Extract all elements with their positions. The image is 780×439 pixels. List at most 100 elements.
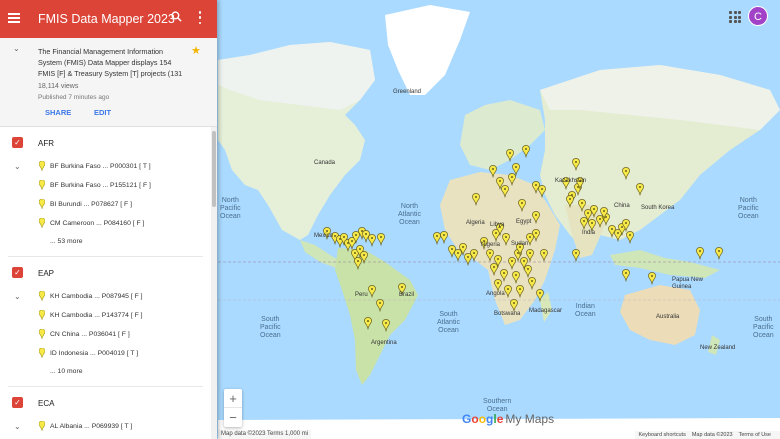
label-south-atlantic: South Atlantic Ocean bbox=[437, 311, 460, 334]
share-button[interactable]: SHARE bbox=[45, 108, 71, 117]
map-pin-icon[interactable] bbox=[626, 231, 634, 244]
map-pin-icon[interactable] bbox=[501, 185, 509, 198]
map-pin-icon[interactable] bbox=[470, 249, 478, 262]
zoom-in-button[interactable]: + bbox=[224, 389, 242, 408]
edit-button[interactable]: EDIT bbox=[94, 108, 111, 117]
map-pin-icon[interactable] bbox=[382, 319, 390, 332]
list-item[interactable]: KH Cambodia ... P143774 [ F ] bbox=[0, 307, 211, 326]
menu-icon[interactable] bbox=[8, 13, 20, 23]
layer-checkbox[interactable]: ✓ bbox=[12, 267, 23, 278]
zoom-out-button[interactable]: − bbox=[224, 408, 242, 427]
map-pin-icon[interactable] bbox=[518, 199, 526, 212]
layer-eap[interactable]: ✓ EAP bbox=[0, 257, 211, 288]
item-label: AL Albania ... P069939 [ T ] bbox=[50, 423, 133, 430]
item-label: CM Cameroon ... P084160 [ F ] bbox=[50, 220, 145, 227]
label-south-pacific: South Pacific Ocean bbox=[260, 316, 281, 339]
map-pin-icon[interactable] bbox=[364, 317, 372, 330]
expand-chevron-icon[interactable]: ⌄ bbox=[14, 162, 21, 171]
list-item[interactable]: ⌄ AL Albania ... P069939 [ T ] bbox=[0, 418, 211, 437]
label-argentina: Argentina bbox=[371, 340, 397, 346]
map-pin-icon[interactable] bbox=[622, 269, 630, 282]
label-angola: Angola bbox=[486, 291, 505, 297]
map-pin-icon[interactable] bbox=[368, 285, 376, 298]
map-pin-icon[interactable] bbox=[572, 249, 580, 262]
collapse-chevron-icon[interactable]: ⌄ bbox=[13, 44, 20, 53]
google-my-maps-logo: Google My Maps bbox=[462, 412, 554, 426]
map-pin-icon[interactable] bbox=[360, 251, 368, 264]
layer-name: AFR bbox=[38, 139, 54, 148]
map-pin-icon[interactable] bbox=[532, 229, 540, 242]
panel-scrollbar[interactable] bbox=[211, 127, 217, 439]
map-pin-icon[interactable] bbox=[622, 167, 630, 180]
scrollbar-thumb[interactable] bbox=[212, 131, 216, 207]
label-algeria: Algeria bbox=[466, 220, 485, 226]
map-pin-icon[interactable] bbox=[504, 285, 512, 298]
expand-chevron-icon[interactable]: ⌄ bbox=[14, 422, 21, 431]
apps-grid-icon[interactable] bbox=[729, 11, 741, 23]
more-items-label: ... 10 more bbox=[50, 368, 83, 375]
pin-icon bbox=[39, 199, 45, 209]
terms-of-use-link[interactable]: Terms of Use bbox=[739, 432, 771, 438]
map-pin-icon[interactable] bbox=[502, 233, 510, 246]
avatar[interactable]: C bbox=[748, 6, 768, 26]
map-pin-icon[interactable] bbox=[368, 234, 376, 247]
layer-checkbox[interactable]: ✓ bbox=[12, 137, 23, 148]
map-pin-icon[interactable] bbox=[696, 247, 704, 260]
map-pin-icon[interactable] bbox=[715, 247, 723, 260]
map-pin-icon[interactable] bbox=[522, 145, 530, 158]
expand-chevron-icon[interactable]: ⌄ bbox=[14, 292, 21, 301]
logo-letter: e bbox=[496, 412, 504, 426]
map-pin-icon[interactable] bbox=[540, 249, 548, 262]
label-egypt: Egypt bbox=[516, 219, 532, 225]
layer-afr[interactable]: ✓ AFR bbox=[0, 127, 211, 158]
map-pin-icon[interactable] bbox=[486, 249, 494, 262]
list-item[interactable]: BI Burundi ... P078627 [ F ] bbox=[0, 196, 211, 215]
map-pin-icon[interactable] bbox=[377, 233, 385, 246]
layer-name: EAP bbox=[38, 269, 55, 278]
logo-letter: o bbox=[478, 412, 487, 426]
map-pin-icon[interactable] bbox=[572, 158, 580, 171]
list-item[interactable]: CM Cameroon ... P084160 [ F ] bbox=[0, 215, 211, 234]
more-vert-icon[interactable] bbox=[198, 11, 202, 24]
label-papua-new-guinea: Papua New Guinea bbox=[672, 277, 704, 290]
map-description: The Financial Management Information Sys… bbox=[38, 47, 183, 78]
layer-eca[interactable]: ✓ ECA bbox=[0, 387, 211, 418]
map-pin-icon[interactable] bbox=[528, 277, 536, 290]
list-item[interactable]: ⌄ BF Burkina Faso ... P000301 [ T ] bbox=[0, 158, 211, 177]
pin-icon bbox=[39, 310, 45, 320]
map-pin-icon[interactable] bbox=[648, 272, 656, 285]
map-pin-icon[interactable] bbox=[580, 217, 588, 230]
map-data-text: Map data ©2023 bbox=[691, 432, 733, 438]
map-pin-icon[interactable] bbox=[500, 269, 508, 282]
map-pin-icon[interactable] bbox=[376, 299, 384, 312]
layer-list: ✓ AFR ⌄ BF Burkina Faso ... P000301 [ T … bbox=[0, 127, 211, 437]
keyboard-shortcuts-link[interactable]: Keyboard shortcuts bbox=[638, 432, 685, 438]
attribution-left[interactable]: Map data ©2023 Terms 1,000 mi bbox=[218, 430, 312, 439]
map-pin-icon[interactable] bbox=[526, 249, 534, 262]
list-item[interactable]: CN China ... P036041 [ F ] bbox=[0, 326, 211, 345]
layer-checkbox[interactable]: ✓ bbox=[12, 397, 23, 408]
list-item[interactable]: ID Indonesia ... P004019 [ T ] bbox=[0, 345, 211, 364]
map-pin-icon[interactable] bbox=[636, 183, 644, 196]
map-pin-icon[interactable] bbox=[566, 195, 574, 208]
list-item[interactable]: ⌄ KH Cambodia ... P087945 [ F ] bbox=[0, 288, 211, 307]
label-brazil: Brazil bbox=[399, 292, 415, 298]
more-items-label: ... 53 more bbox=[50, 238, 83, 245]
map-pin-icon[interactable] bbox=[508, 257, 516, 270]
map-pin-icon[interactable] bbox=[516, 285, 524, 298]
map-pin-icon[interactable] bbox=[512, 271, 520, 284]
map-pin-icon[interactable] bbox=[440, 231, 448, 244]
map-pin-icon[interactable] bbox=[490, 263, 498, 276]
star-icon[interactable]: ★ bbox=[191, 44, 201, 57]
more-items-link[interactable]: ... 10 more bbox=[0, 364, 211, 382]
map-pin-icon[interactable] bbox=[512, 163, 520, 176]
map-pin-icon[interactable] bbox=[536, 289, 544, 302]
map-pin-icon[interactable] bbox=[506, 149, 514, 162]
search-icon[interactable] bbox=[171, 11, 182, 22]
map-pin-icon[interactable] bbox=[472, 193, 480, 206]
list-item[interactable]: BF Burkina Faso ... P155121 [ F ] bbox=[0, 177, 211, 196]
map-pin-icon[interactable] bbox=[532, 211, 540, 224]
map-pin-icon[interactable] bbox=[538, 185, 546, 198]
map-pin-icon[interactable] bbox=[600, 207, 608, 220]
more-items-link[interactable]: ... 53 more bbox=[0, 234, 211, 252]
